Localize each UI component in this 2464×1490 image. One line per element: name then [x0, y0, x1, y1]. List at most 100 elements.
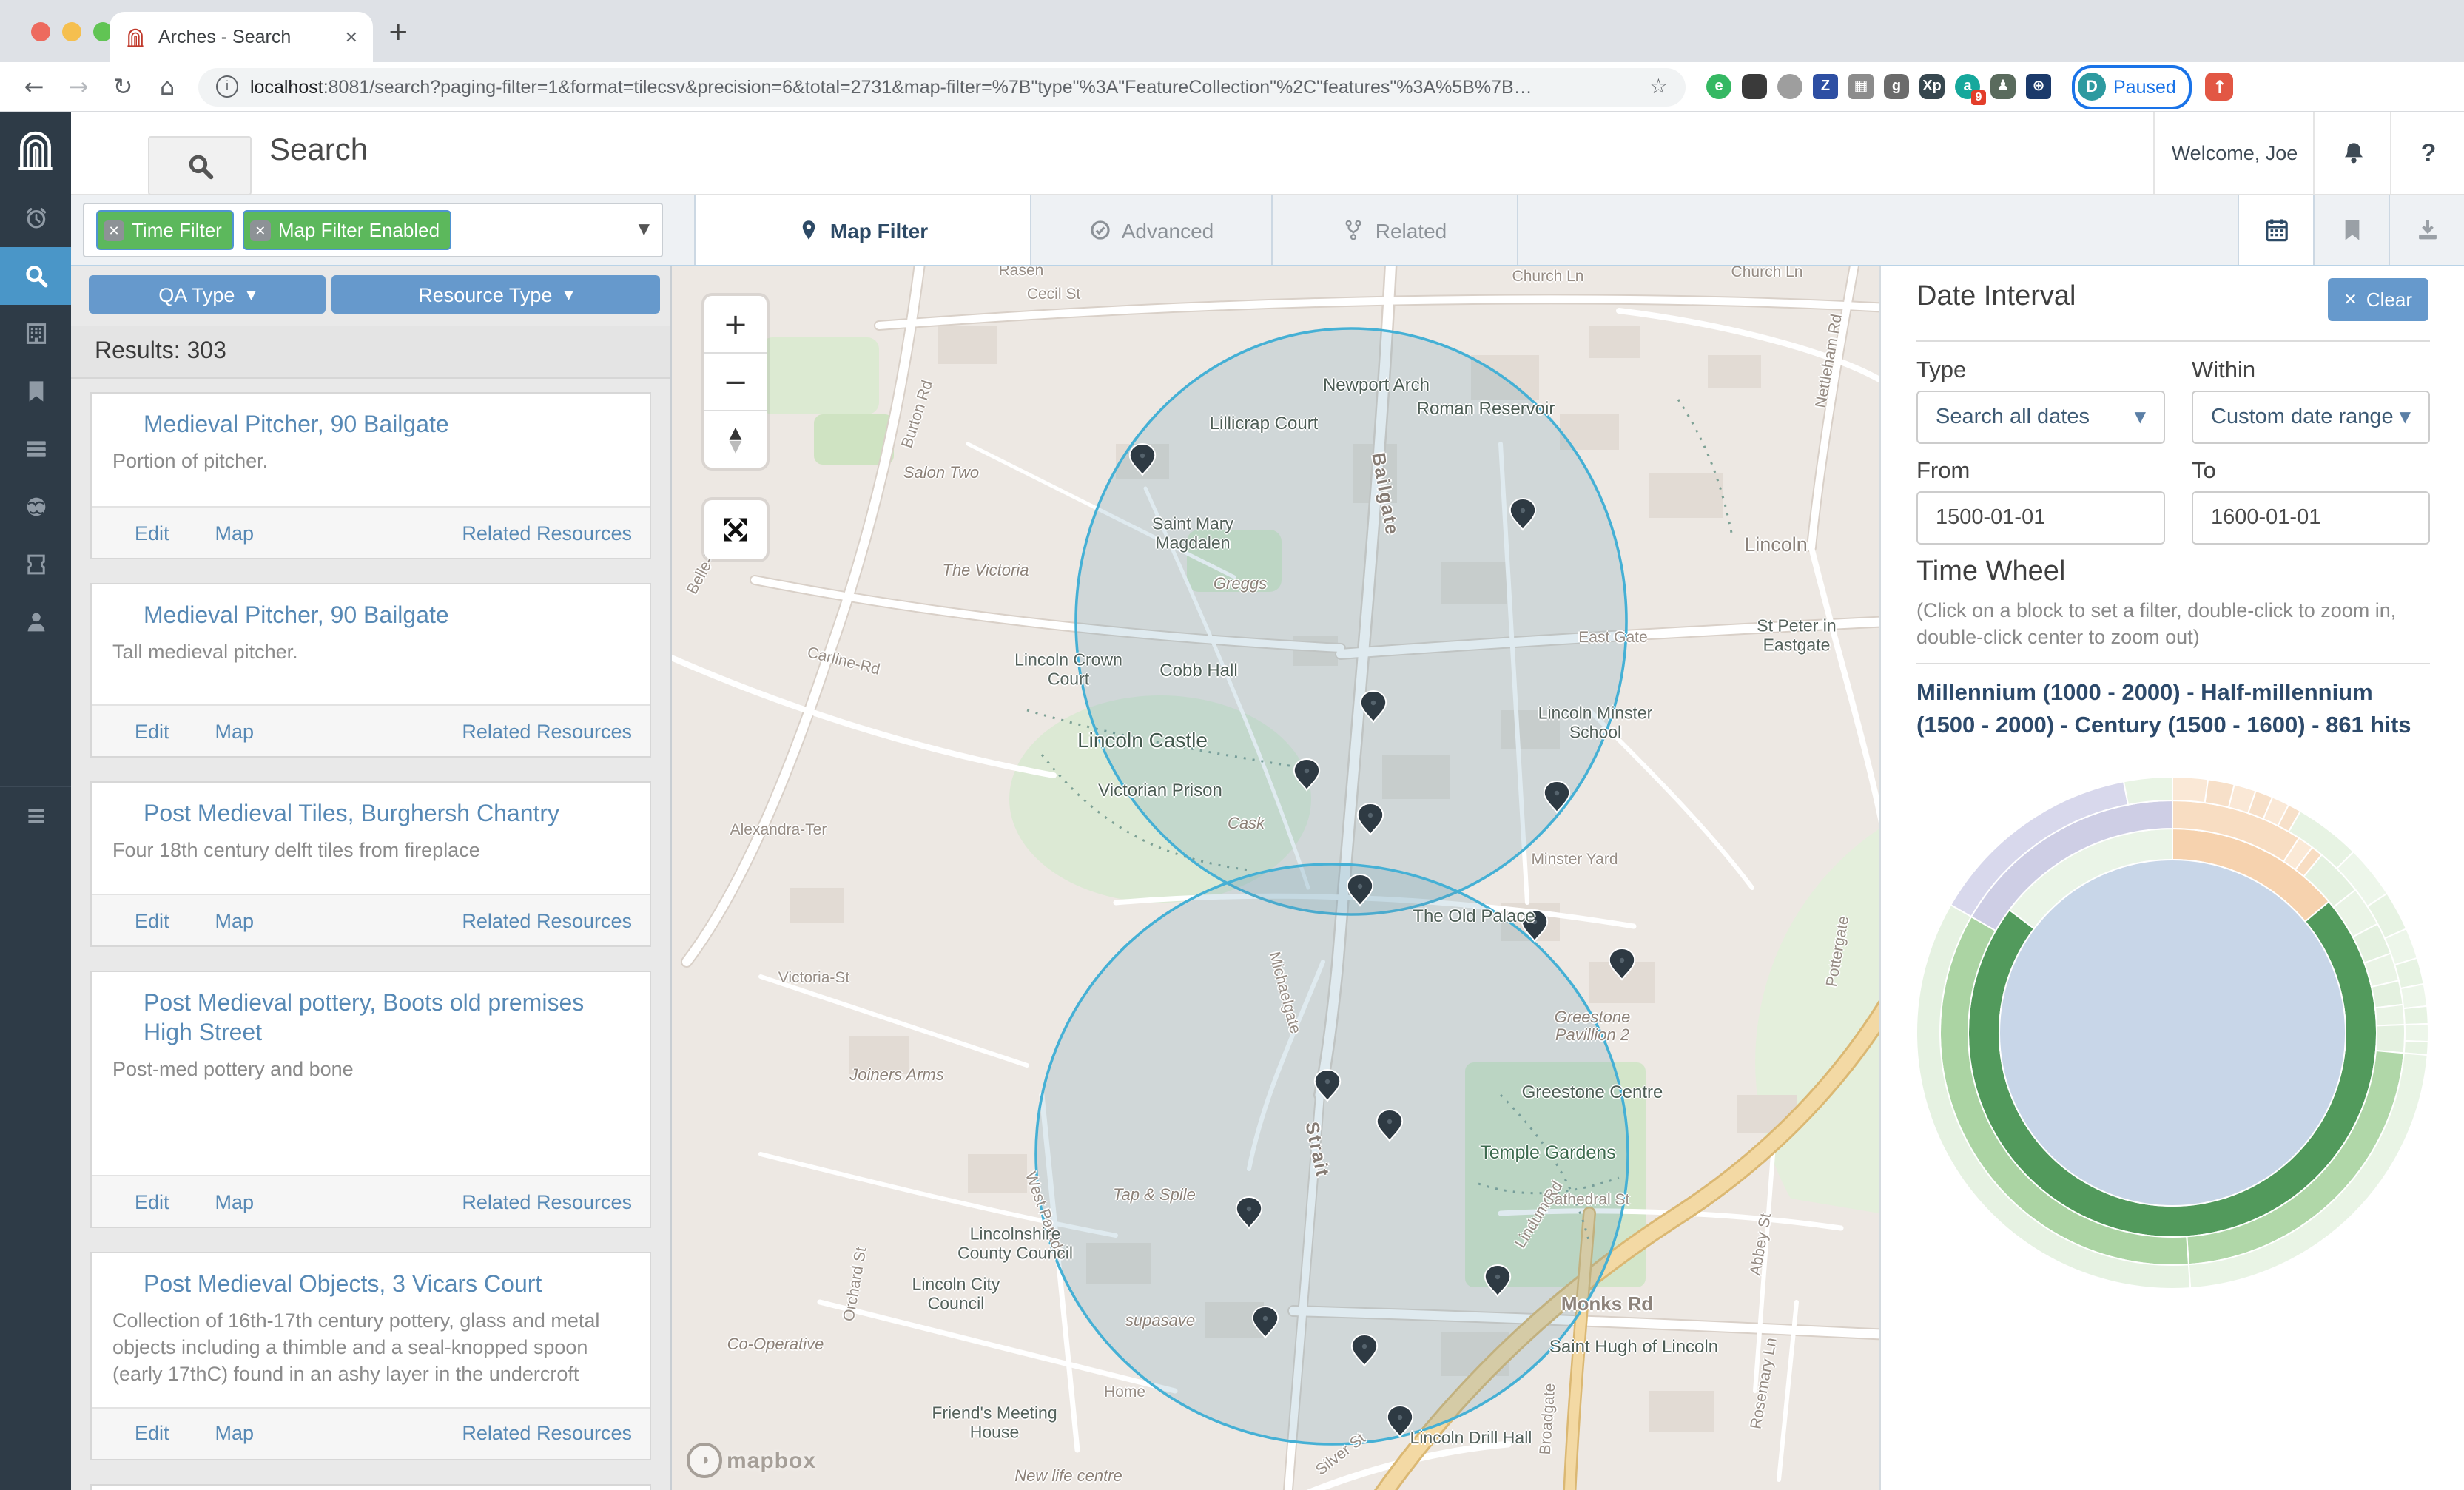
- tab-related[interactable]: Related: [1271, 195, 1518, 265]
- related-resources-link[interactable]: Related Resources: [437, 909, 632, 931]
- result-card[interactable]: Post Medieval Tiles, Burghersh Chantry F…: [90, 781, 651, 947]
- evernote-extension-icon[interactable]: e: [1706, 74, 1731, 99]
- edit-link[interactable]: Edit: [110, 909, 169, 931]
- search-icon-button[interactable]: [148, 136, 252, 195]
- sidebar-item-search[interactable]: [0, 247, 71, 305]
- tab-map-filter[interactable]: Map Filter: [694, 195, 1031, 265]
- map-link[interactable]: Map: [190, 720, 255, 742]
- search-input[interactable]: Search: [269, 133, 368, 169]
- site-info-icon[interactable]: i: [216, 75, 238, 98]
- result-title-link[interactable]: Post Medieval pottery, Boots old premise…: [112, 990, 629, 1049]
- map-link[interactable]: Map: [190, 909, 255, 931]
- remove-filter-icon[interactable]: ✕: [104, 220, 124, 240]
- close-tab-icon[interactable]: ✕: [345, 27, 358, 47]
- grepper-extension-icon[interactable]: g: [1884, 74, 1909, 99]
- result-card[interactable]: [90, 1483, 651, 1490]
- tab-export[interactable]: [2389, 195, 2464, 265]
- bookmark-star-icon[interactable]: ☆: [1649, 75, 1668, 98]
- map-link[interactable]: Map: [190, 522, 255, 544]
- tab-advanced[interactable]: Advanced: [1030, 195, 1273, 265]
- arches-logo[interactable]: [12, 127, 59, 175]
- address-bar[interactable]: i localhost:8081/search?paging-filter=1&…: [198, 67, 1686, 106]
- related-resources-link[interactable]: Related Resources: [437, 1422, 632, 1444]
- globe-extension-icon[interactable]: ⊕: [2026, 74, 2051, 99]
- new-tab-button[interactable]: +: [388, 18, 409, 47]
- back-icon[interactable]: ←: [12, 73, 56, 101]
- filter-chip[interactable]: ✕Time Filter: [96, 210, 234, 250]
- dark-extension-icon[interactable]: [1742, 74, 1767, 99]
- edit-link[interactable]: Edit: [110, 522, 169, 544]
- chevron-down-icon[interactable]: ▼: [639, 222, 650, 238]
- browser-tab[interactable]: Arches - Search ✕: [110, 12, 373, 62]
- time-wheel-segment[interactable]: [2405, 1024, 2428, 1042]
- time-wheel-center[interactable]: [1999, 860, 2346, 1206]
- time-wheel-segment[interactable]: [2375, 1005, 2405, 1026]
- welcome-user[interactable]: Welcome, Joe: [2153, 112, 2315, 194]
- compass-button[interactable]: ▲▼: [704, 411, 767, 468]
- result-title-link[interactable]: Medieval Pitcher, 90 Bailgate: [112, 411, 629, 441]
- filter-chip[interactable]: ✕Map Filter Enabled: [243, 210, 451, 250]
- zotero-extension-icon[interactable]: Z: [1813, 74, 1838, 99]
- time-wheel-segment[interactable]: [2124, 777, 2172, 805]
- minimize-window-button[interactable]: [62, 22, 81, 41]
- reload-icon[interactable]: ↻: [101, 73, 145, 101]
- within-select[interactable]: Custom date range▼: [2192, 391, 2430, 444]
- map-link[interactable]: Map: [190, 1422, 255, 1444]
- fullscreen-button[interactable]: [704, 500, 767, 559]
- sidebar-item-profile[interactable]: [0, 593, 71, 651]
- notifications-button[interactable]: [2313, 112, 2391, 194]
- map-canvas[interactable]: RasenCecil StChurch LnChurch LnNettleham…: [672, 266, 1879, 1490]
- from-date-input[interactable]: 1500-01-01: [1916, 491, 2165, 545]
- sidebar-item-resource-manager[interactable]: [0, 305, 71, 363]
- edit-link[interactable]: Edit: [110, 1190, 169, 1213]
- zoom-in-button[interactable]: +: [704, 296, 767, 354]
- clear-filter-button[interactable]: ✕Clear: [2327, 278, 2428, 321]
- edit-link[interactable]: Edit: [110, 1422, 169, 1444]
- time-wheel-segment[interactable]: [2403, 1006, 2428, 1025]
- zoom-out-button[interactable]: −: [704, 354, 767, 411]
- time-wheel-segment[interactable]: [2172, 777, 2208, 803]
- related-resources-link[interactable]: Related Resources: [437, 720, 632, 742]
- sidebar-item-map-layers[interactable]: [0, 478, 71, 536]
- map-link[interactable]: Map: [190, 1190, 255, 1213]
- map-label: The Victoria: [943, 562, 1029, 580]
- time-wheel-segment[interactable]: [2400, 984, 2427, 1008]
- to-date-input[interactable]: 1600-01-01: [2192, 491, 2430, 545]
- home-icon[interactable]: ⌂: [145, 73, 189, 101]
- time-wheel-segment[interactable]: [2376, 1025, 2405, 1053]
- mapbox-logo: ◑mapbox: [687, 1443, 816, 1478]
- close-window-button[interactable]: [31, 22, 50, 41]
- browser-update-icon[interactable]: ↑: [2206, 73, 2234, 101]
- grid-extension-icon[interactable]: ▦: [1848, 74, 1874, 99]
- profile-chip[interactable]: D Paused: [2072, 64, 2192, 109]
- help-button[interactable]: ?: [2390, 112, 2464, 194]
- related-resources-link[interactable]: Related Resources: [437, 522, 632, 544]
- time-wheel-chart[interactable]: [1906, 766, 2439, 1307]
- remove-filter-icon[interactable]: ✕: [250, 220, 271, 240]
- qa-type-button[interactable]: QA Type▼: [89, 275, 326, 314]
- active-filters-box[interactable]: ✕Time Filter✕Map Filter Enabled ▼: [83, 203, 663, 257]
- tab-saved-searches[interactable]: [2313, 195, 2389, 265]
- tab-time[interactable]: [2238, 195, 2313, 265]
- edit-link[interactable]: Edit: [110, 720, 169, 742]
- sidebar-item-rdm[interactable]: [0, 420, 71, 478]
- result-card[interactable]: Post Medieval pottery, Boots old premise…: [90, 971, 651, 1228]
- result-title-link[interactable]: Post Medieval Objects, 3 Vicars Court: [112, 1271, 629, 1301]
- result-card[interactable]: Post Medieval Objects, 3 Vicars Court Co…: [90, 1252, 651, 1460]
- sidebar-item-bookmarks[interactable]: [0, 363, 71, 420]
- sphere-extension-icon[interactable]: [1777, 74, 1802, 99]
- result-title-link[interactable]: Medieval Pitcher, 90 Bailgate: [112, 602, 629, 632]
- resource-type-button[interactable]: Resource Type▼: [331, 275, 660, 314]
- result-card[interactable]: Medieval Pitcher, 90 Bailgate Portion of…: [90, 392, 651, 559]
- forward-icon[interactable]: →: [56, 73, 101, 101]
- sidebar-item-cards[interactable]: [0, 536, 71, 593]
- result-title-link[interactable]: Post Medieval Tiles, Burghersh Chantry: [112, 800, 629, 830]
- date-type-select[interactable]: Search all dates▼: [1916, 391, 2165, 444]
- related-resources-link[interactable]: Related Resources: [437, 1190, 632, 1213]
- xp-extension-icon[interactable]: Xp: [1919, 74, 1945, 99]
- sidebar-item-recent[interactable]: [0, 189, 71, 247]
- sidebar-item-menu[interactable]: [0, 787, 71, 845]
- a9-extension-icon[interactable]: a9: [1955, 74, 1980, 99]
- result-card[interactable]: Medieval Pitcher, 90 Bailgate Tall medie…: [90, 583, 651, 758]
- person-extension-icon[interactable]: ♟: [1990, 74, 2016, 99]
